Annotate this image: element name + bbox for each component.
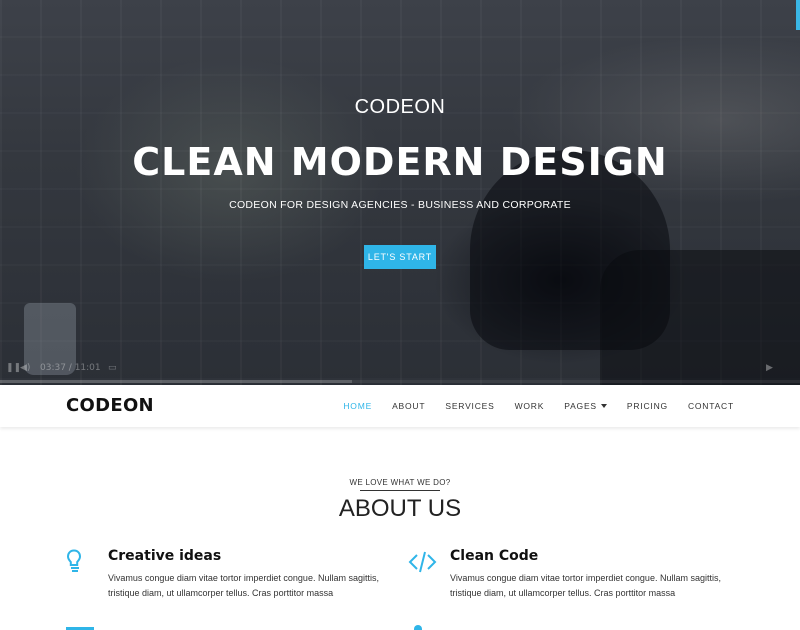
feature-title: Creative ideas xyxy=(108,548,222,564)
youtube-icon[interactable]: ▶ xyxy=(766,363,773,373)
nav-item-label: ABOUT xyxy=(392,401,426,411)
eyebrow-underline xyxy=(360,490,440,491)
nav-item-label: HOME xyxy=(343,401,373,411)
video-progress-fill xyxy=(0,380,352,383)
nav-item-services[interactable]: SERVICES xyxy=(445,401,494,411)
nav-item-contact[interactable]: CONTACT xyxy=(688,401,734,411)
video-progress[interactable] xyxy=(0,380,800,383)
nav-item-home[interactable]: HOME xyxy=(343,401,372,411)
about-section: WE LOVE WHAT WE DO? ABOUT US Creative id… xyxy=(0,427,800,630)
feature-title: Clean Code xyxy=(450,548,539,564)
nav-item-label: WORK xyxy=(514,401,545,411)
video-controls: ❚❚ ◀) 03:37 / 11:01 ▭ ▶ xyxy=(0,362,800,376)
about-eyebrow: WE LOVE WHAT WE DO? xyxy=(349,478,451,487)
feature-text: Vivamus congue diam vitae tortor imperdi… xyxy=(108,573,379,598)
captions-icon[interactable]: ▭ xyxy=(108,363,117,373)
nav-item-pages[interactable]: PAGES xyxy=(564,401,607,411)
code-icon xyxy=(408,551,437,573)
nav-item-label: PAGES xyxy=(564,401,597,411)
hero-section: CODEON CLEAN MODERN DESIGN CODEON FOR DE… xyxy=(0,0,800,385)
volume-icon[interactable]: ◀) xyxy=(20,363,30,373)
hero-title: CLEAN MODERN DESIGN xyxy=(132,140,668,184)
hero-brand: CODEON xyxy=(354,96,446,118)
nav-item-about[interactable]: ABOUT xyxy=(392,401,425,411)
hero-subtitle: CODEON FOR DESIGN AGENCIES - BUSINESS AN… xyxy=(229,199,571,211)
lightbulb-icon xyxy=(66,549,82,572)
caret-down-icon xyxy=(600,404,607,408)
about-title: ABOUT US xyxy=(338,495,462,522)
scroll-indicator xyxy=(796,0,800,30)
feature-text: Vivamus congue diam vitae tortor imperdi… xyxy=(450,573,721,598)
pause-icon[interactable]: ❚❚ xyxy=(6,363,21,373)
nav-item-work[interactable]: WORK xyxy=(515,401,545,411)
video-time: 03:37 / 11:01 xyxy=(40,363,101,373)
nav-item-label: SERVICES xyxy=(445,401,495,411)
nav-item-pricing[interactable]: PRICING xyxy=(627,401,668,411)
nav-item-label: CONTACT xyxy=(687,401,734,411)
nav-item-label: PRICING xyxy=(626,401,668,411)
nav-menu: HOME ABOUT SERVICES WORK PAGES PRICING C… xyxy=(323,385,734,427)
lets-start-button[interactable]: LET'S START xyxy=(364,245,436,269)
main-navbar: CODEON HOME ABOUT SERVICES WORK PAGES PR… xyxy=(0,385,800,427)
site-logo[interactable]: CODEON xyxy=(66,395,154,416)
next-feature-icon-peek xyxy=(414,625,422,630)
